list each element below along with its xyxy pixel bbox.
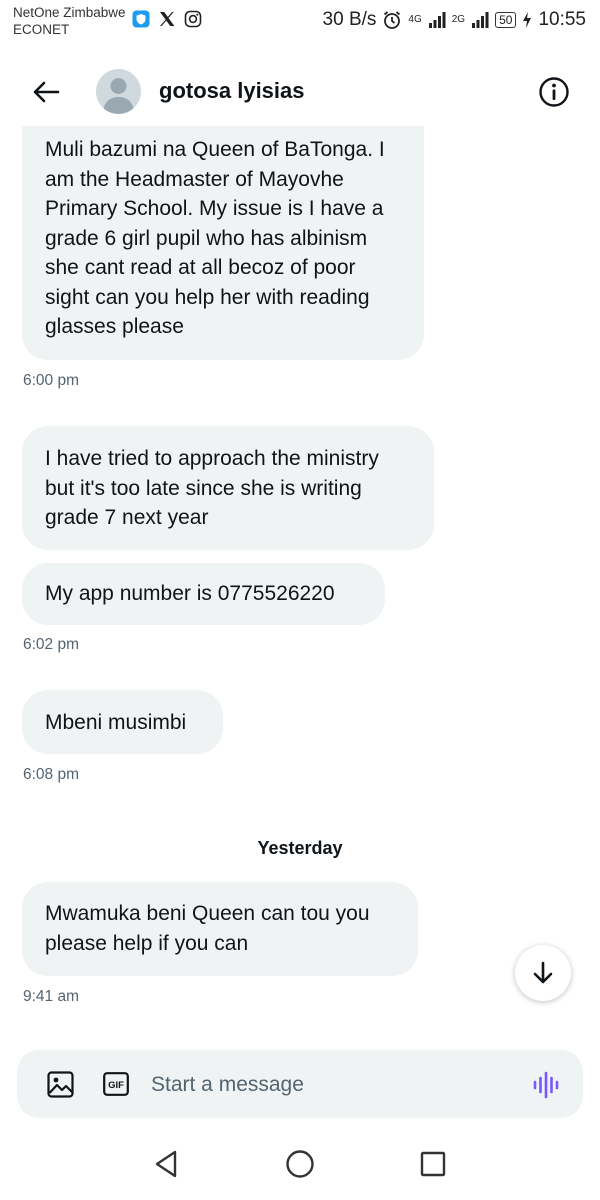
message-timestamp: 9:41 am (23, 988, 80, 1005)
image-icon (47, 1071, 74, 1098)
gif-label: GIF (108, 1080, 124, 1091)
signal-icon (428, 12, 446, 28)
back-arrow-icon (33, 81, 60, 103)
nav-recents-button[interactable] (415, 1146, 451, 1182)
sim1-type: 4G (408, 14, 422, 25)
message-text: Mbeni musimbi (45, 711, 187, 734)
nav-recents-icon (420, 1151, 446, 1177)
message-bubble[interactable]: I have tried to approach the ministry bu… (22, 426, 434, 550)
message-timestamp: 6:08 pm (23, 766, 80, 783)
message-composer: GIF (17, 1050, 583, 1118)
carrier-primary: NetOne Zimbabwe (13, 5, 126, 20)
message-text: Mwamuka beni Queen can tou you please he… (45, 902, 370, 955)
message-text: Muli bazumi na Queen of BaTonga. I am th… (45, 138, 385, 338)
nav-home-button[interactable] (282, 1146, 318, 1182)
instagram-icon (184, 10, 202, 28)
chat-title[interactable]: gotosa lyisias (159, 78, 305, 104)
nav-home-icon (286, 1150, 314, 1178)
scroll-down-arrow-icon (533, 961, 553, 984)
nav-back-button[interactable] (148, 1146, 184, 1182)
avatar[interactable] (96, 69, 141, 114)
voice-message-button[interactable] (531, 1070, 561, 1100)
info-button[interactable] (537, 75, 571, 109)
message-bubble[interactable]: My app number is 0775526220 (22, 563, 385, 625)
add-image-button[interactable] (47, 1071, 74, 1098)
message-timestamp: 6:00 pm (23, 372, 80, 389)
chat-header: gotosa lyisias (0, 56, 600, 126)
x-logo-icon (160, 12, 175, 26)
gif-button[interactable]: GIF (103, 1072, 129, 1101)
carrier-info: NetOne Zimbabwe ECONET (13, 4, 126, 38)
carrier-secondary: ECONET (13, 22, 70, 37)
notification-icons (132, 10, 202, 28)
net-speed: 30 B/s (322, 9, 377, 30)
charging-icon (523, 12, 532, 28)
nav-back-icon (155, 1150, 177, 1178)
alarm-icon (384, 11, 401, 29)
message-bubble[interactable]: Muli bazumi na Queen of BaTonga. I am th… (22, 126, 424, 360)
scroll-to-bottom-button[interactable] (515, 945, 571, 1001)
gif-icon: GIF (103, 1072, 129, 1096)
system-nav-bar (0, 1130, 600, 1200)
message-bubble[interactable]: Mbeni musimbi (22, 690, 223, 754)
status-bar: NetOne Zimbabwe ECONET 30 B/s 4G 2G 50 1… (0, 0, 600, 44)
voice-wave-icon (533, 1071, 559, 1099)
sim2-type: 2G (451, 14, 466, 25)
info-icon (539, 77, 569, 107)
battery-level: 50 (495, 12, 517, 28)
clock: 10:55 (538, 9, 586, 30)
default-avatar-icon (103, 78, 134, 114)
message-input[interactable] (149, 1064, 513, 1106)
system-status: 30 B/s 4G 2G 50 10:55 (323, 9, 586, 31)
message-timestamp: 6:02 pm (23, 636, 80, 653)
shield-icon (132, 10, 150, 28)
message-text: I have tried to approach the ministry bu… (45, 447, 379, 529)
message-bubble[interactable]: Mwamuka beni Queen can tou you please he… (22, 882, 418, 976)
day-separator: Yesterday (257, 838, 343, 858)
signal-icon (472, 12, 489, 28)
back-button[interactable] (28, 74, 64, 110)
message-text: My app number is 0775526220 (45, 582, 335, 605)
